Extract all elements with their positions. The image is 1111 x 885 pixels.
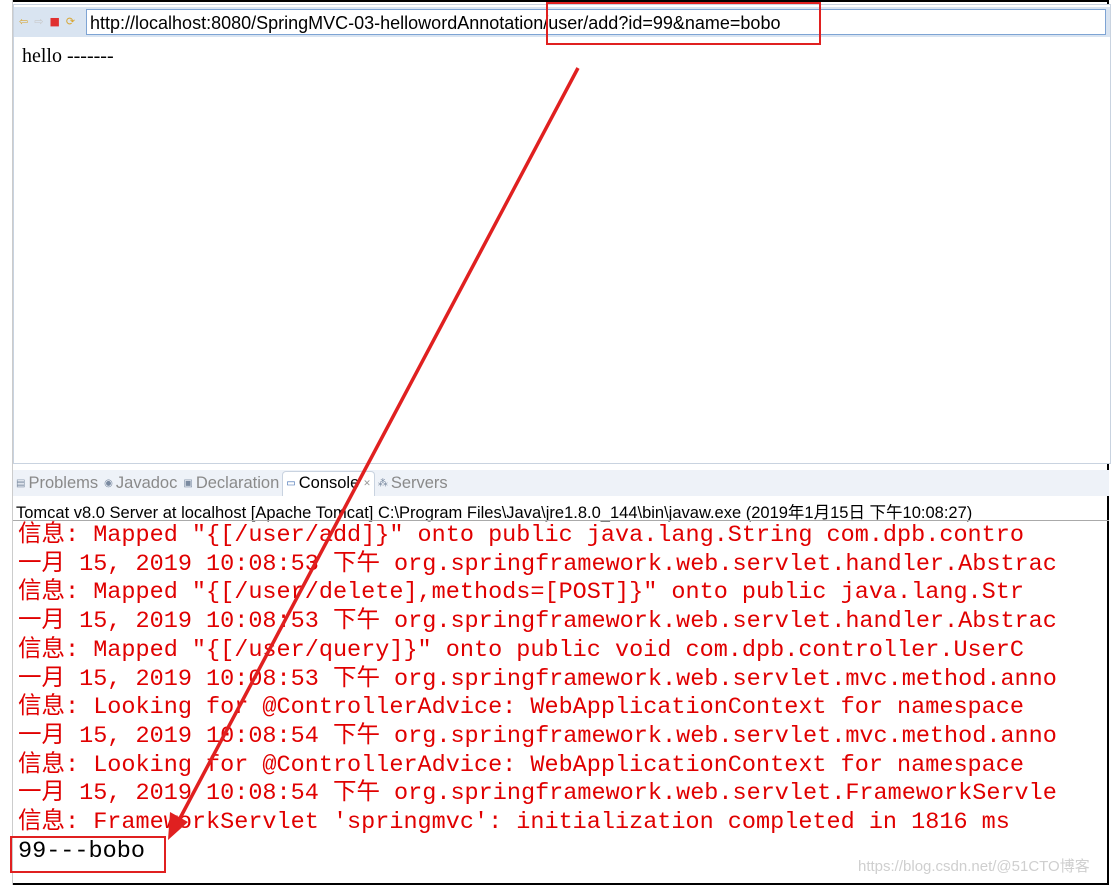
annotation-arrow — [168, 67, 580, 840]
arrow-line — [176, 67, 580, 823]
arrow-head-icon — [168, 812, 188, 840]
